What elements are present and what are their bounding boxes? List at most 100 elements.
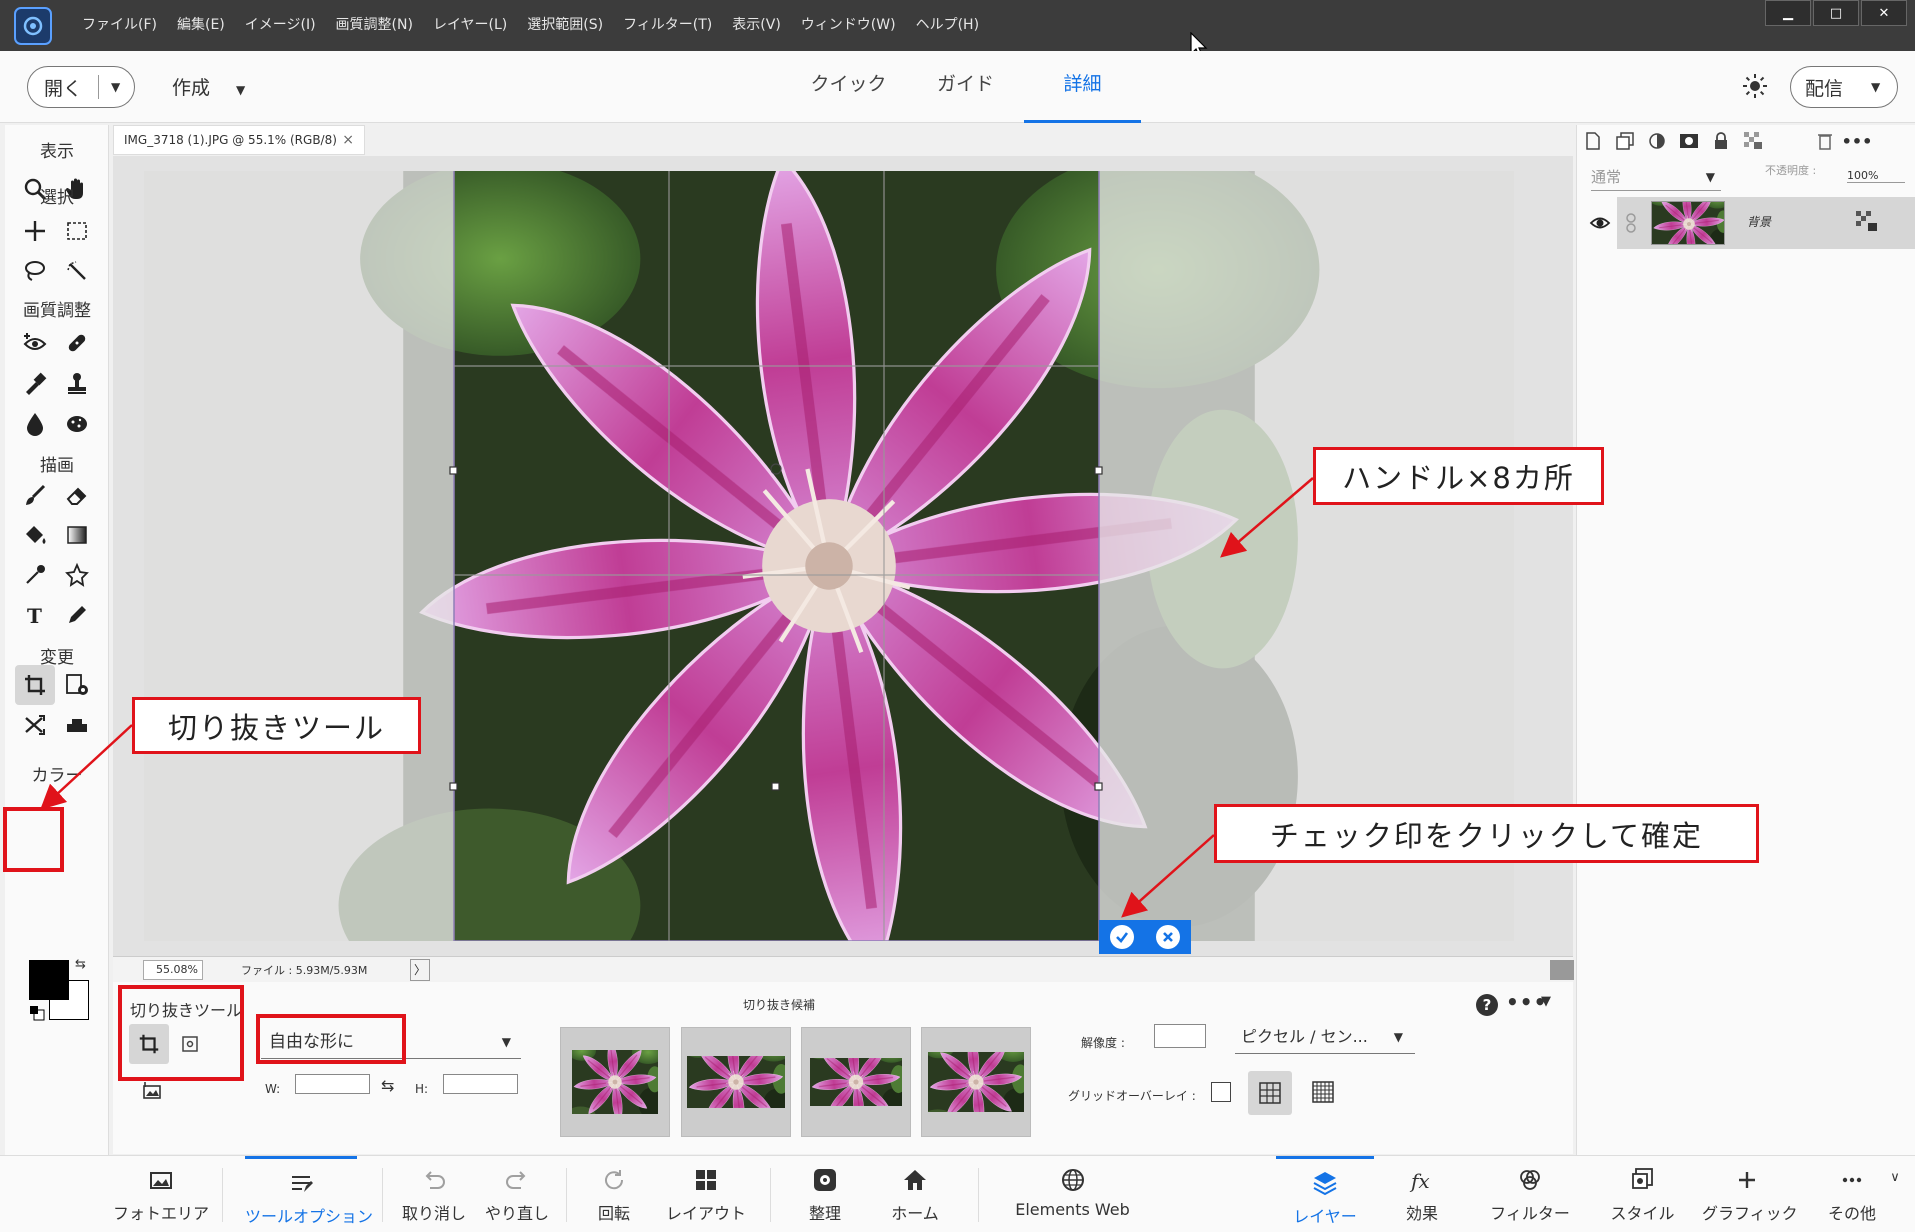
grid-fine-icon[interactable] [1311, 1080, 1335, 1104]
task-organizer[interactable]: 整理 [790, 1156, 860, 1232]
crop-tool-icon[interactable] [15, 665, 55, 705]
swap-colors-icon[interactable]: ⇆ [75, 957, 86, 972]
task-undo[interactable]: 取り消し [398, 1156, 470, 1232]
task-rotate[interactable]: 回転 [578, 1156, 650, 1232]
cancel-x-icon[interactable] [1156, 925, 1180, 949]
menu-layer[interactable]: レイヤー(L) [423, 0, 517, 51]
red-eye-icon[interactable] [15, 323, 55, 363]
task-layers[interactable]: レイヤー [1276, 1156, 1374, 1232]
new-group-icon[interactable] [1609, 128, 1641, 154]
adjustment-layer-icon[interactable] [1641, 128, 1673, 154]
menu-filter[interactable]: フィルター(T) [613, 0, 722, 51]
blend-mode-select[interactable]: 通常 ▼ [1591, 163, 1721, 191]
share-button[interactable]: 配信 ▼ [1790, 66, 1898, 108]
crop-suggestion-3[interactable] [801, 1027, 911, 1137]
swap-width-height-icon[interactable]: ⇆ [381, 1076, 394, 1095]
crop-suggestion-1[interactable] [560, 1027, 670, 1137]
resolution-input[interactable] [1154, 1024, 1206, 1048]
lock-transparency-icon[interactable] [1737, 128, 1769, 154]
healing-brush-icon[interactable] [57, 323, 97, 363]
task-filters[interactable]: フィルター [1490, 1156, 1570, 1232]
task-tool-options[interactable]: ツールオプション [245, 1156, 373, 1232]
tab-quick[interactable]: クイック [790, 51, 907, 123]
tab-expert[interactable]: 詳細 [1024, 51, 1141, 123]
blur-tool-icon[interactable] [15, 403, 55, 443]
clone-stamp-icon[interactable] [57, 363, 97, 403]
new-layer-icon[interactable] [1577, 128, 1609, 154]
commit-check-icon[interactable] [1110, 925, 1134, 949]
window-controls: ▁ □ ✕ [1763, 0, 1907, 26]
crop-suggestion-4[interactable] [921, 1027, 1031, 1137]
pencil-tool-icon[interactable] [57, 595, 97, 635]
status-menu-arrow-icon[interactable]: 〉 [410, 959, 430, 981]
panel-more-icon[interactable]: ••• [1841, 128, 1873, 154]
theme-sun-icon[interactable] [1740, 71, 1770, 101]
zoom-field[interactable]: 55.08% [143, 960, 203, 980]
crop-confirm-bar [1099, 920, 1191, 954]
menu-image[interactable]: イメージ(I) [235, 0, 326, 51]
help-icon[interactable]: ? [1476, 994, 1498, 1016]
gradient-tool-icon[interactable] [57, 515, 97, 555]
chevron-down-icon[interactable]: ▼ [99, 80, 120, 94]
task-redo[interactable]: やり直し [481, 1156, 553, 1232]
eraser-tool-icon[interactable] [57, 475, 97, 515]
task-home[interactable]: ホーム [875, 1156, 955, 1232]
menu-view[interactable]: 表示(V) [722, 0, 791, 51]
width-input[interactable] [295, 1074, 370, 1094]
menu-window[interactable]: ウィンドウ(W) [791, 0, 906, 51]
grid-thirds-icon[interactable] [1248, 1071, 1292, 1115]
crop-image-icon[interactable] [141, 1079, 163, 1101]
grid-none-option[interactable] [1211, 1082, 1231, 1102]
scrollbar-thumb[interactable] [1550, 960, 1574, 980]
layer-row-background[interactable]: 背景 [1577, 197, 1915, 249]
tab-guided[interactable]: ガイド [907, 51, 1024, 123]
layer-lock-icon[interactable] [1855, 210, 1879, 234]
delete-layer-icon[interactable] [1809, 128, 1841, 154]
smart-brush-icon[interactable] [15, 363, 55, 403]
foreground-color-swatch[interactable] [29, 960, 69, 1000]
resolution-unit-select[interactable]: ピクセル / セン... ▼ [1235, 1022, 1415, 1054]
task-layout[interactable]: レイアウト [660, 1156, 752, 1232]
opacity-value[interactable]: 100% [1847, 169, 1905, 183]
task-effects[interactable]: fx 効果 [1392, 1156, 1452, 1232]
chevron-down-icon[interactable]: ∨ [1880, 1156, 1910, 1232]
quick-select-icon[interactable] [57, 251, 97, 291]
menu-select[interactable]: 選択範囲(S) [517, 0, 613, 51]
custom-shape-icon[interactable] [57, 555, 97, 595]
eyedropper-icon[interactable] [15, 555, 55, 595]
maximize-button[interactable]: □ [1813, 0, 1859, 26]
height-input[interactable] [443, 1074, 518, 1094]
lock-all-icon[interactable] [1705, 128, 1737, 154]
minimize-button[interactable]: ▁ [1765, 0, 1811, 26]
default-colors-icon[interactable] [29, 1005, 45, 1021]
move-tool-icon[interactable] [15, 211, 55, 251]
document-tab[interactable]: IMG_3718 (1).JPG @ 55.1% (RGB/8) × [113, 125, 365, 155]
task-photo-bin[interactable]: フォトエリア [110, 1156, 212, 1232]
task-elements-web[interactable]: Elements Web [1010, 1156, 1135, 1232]
paint-bucket-icon[interactable] [15, 515, 55, 555]
task-more[interactable]: その他 [1820, 1156, 1884, 1232]
visibility-eye-icon[interactable] [1589, 212, 1611, 234]
open-button[interactable]: 開く ▼ [27, 66, 135, 108]
crop-suggestion-2[interactable] [681, 1027, 791, 1137]
task-graphics[interactable]: グラフィック [1702, 1156, 1798, 1232]
close-tab-icon[interactable]: × [342, 126, 354, 154]
menu-edit[interactable]: 編集(E) [167, 0, 235, 51]
type-tool-icon[interactable]: T [15, 595, 55, 635]
task-styles[interactable]: スタイル [1605, 1156, 1680, 1232]
straighten-tool-icon[interactable] [57, 705, 97, 745]
menu-help[interactable]: ヘルプ(H) [906, 0, 989, 51]
create-menu[interactable]: 作成 ▼ [172, 73, 245, 100]
content-aware-move-icon[interactable] [15, 705, 55, 745]
chevron-down-icon[interactable]: ▼ [1541, 994, 1551, 1009]
close-button[interactable]: ✕ [1861, 0, 1907, 26]
menu-enhance[interactable]: 画質調整(N) [326, 0, 423, 51]
rect-marquee-icon[interactable] [57, 211, 97, 251]
chevron-down-icon: ▼ [1871, 80, 1881, 94]
menu-file[interactable]: ファイル(F) [72, 0, 167, 51]
lasso-tool-icon[interactable] [15, 251, 55, 291]
layer-mask-icon[interactable] [1673, 128, 1705, 154]
brush-tool-icon[interactable] [15, 475, 55, 515]
sponge-tool-icon[interactable] [57, 403, 97, 443]
recompose-tool-icon[interactable] [57, 665, 97, 705]
